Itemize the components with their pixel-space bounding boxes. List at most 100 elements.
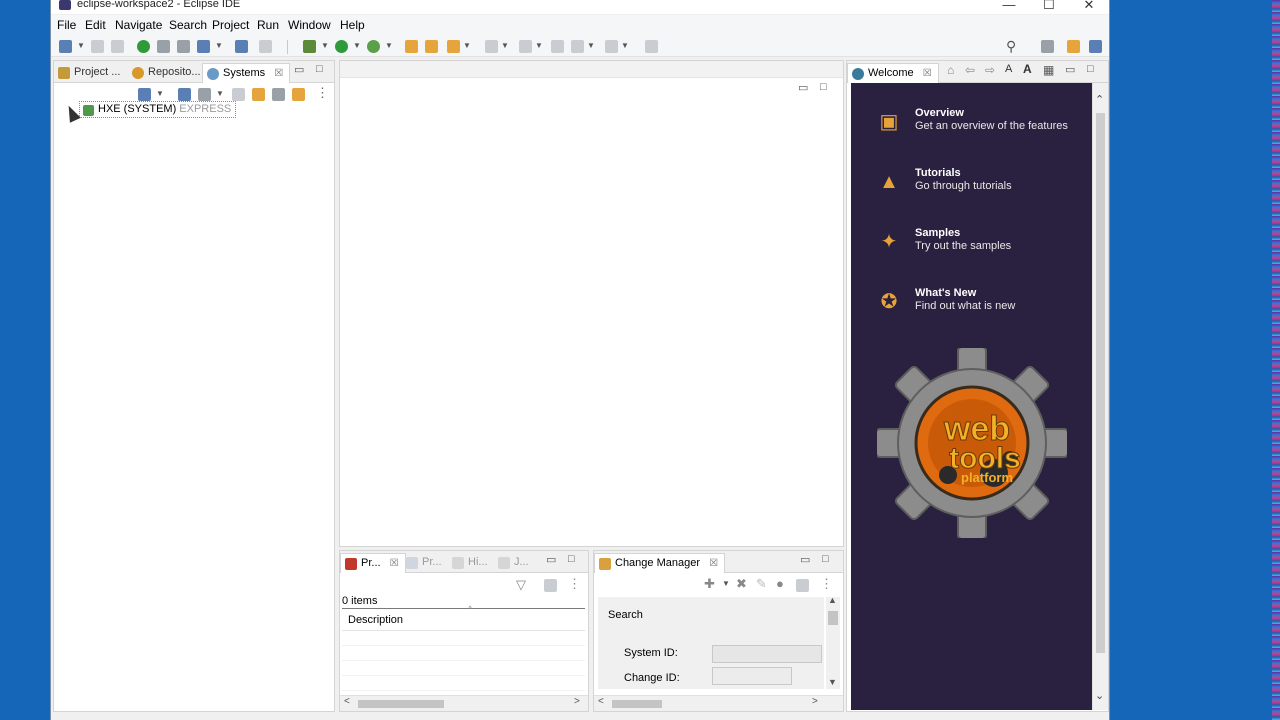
tab-change-manager[interactable]: Change Manager ☒ — [594, 553, 726, 573]
run-icon[interactable] — [335, 40, 348, 53]
external-tools-icon[interactable] — [367, 40, 380, 53]
open-console-icon[interactable] — [235, 40, 248, 53]
welcome-link-tutorials[interactable]: ▲ Tutorials Go through tutorials — [851, 167, 1091, 207]
view-menu-icon[interactable]: ⋮ — [316, 85, 329, 101]
filter-icon[interactable] — [252, 88, 265, 101]
tab-systems[interactable]: Systems ☒ — [202, 63, 291, 83]
delete-icon[interactable]: ✖ — [736, 576, 747, 592]
scroll-right-icon[interactable]: > — [574, 696, 580, 707]
menu-file[interactable]: File — [57, 18, 76, 32]
chevron-down-icon[interactable]: ▼ — [215, 41, 223, 50]
chevron-down-icon[interactable]: ▼ — [353, 41, 361, 50]
tab-history[interactable]: Hi... — [448, 553, 494, 573]
chevron-down-icon[interactable]: ▼ — [321, 41, 329, 50]
menu-navigate[interactable]: Navigate — [115, 18, 162, 32]
perspective-debug-icon[interactable] — [1067, 40, 1080, 53]
chevron-down-icon[interactable]: ▼ — [621, 41, 629, 50]
increase-font-icon[interactable]: A — [1023, 62, 1032, 76]
tab-project-explorer[interactable]: Project ... — [54, 63, 126, 83]
back-icon[interactable]: ⇦ — [965, 63, 975, 77]
close-icon[interactable]: ☒ — [274, 68, 283, 79]
system-id-field[interactable] — [712, 645, 822, 663]
close-icon[interactable]: ☒ — [709, 558, 718, 569]
menu-edit[interactable]: Edit — [85, 18, 106, 32]
link-icon[interactable] — [292, 88, 305, 101]
horizontal-scrollbar[interactable]: < > — [594, 695, 843, 711]
print-icon[interactable] — [259, 40, 272, 53]
debug-icon[interactable] — [303, 40, 316, 53]
welcome-link-whats-new[interactable]: ✪ What's New Find out what is new — [851, 287, 1091, 327]
forward-icon[interactable] — [605, 40, 618, 53]
save-icon[interactable] — [91, 40, 104, 53]
change-id-field[interactable] — [712, 667, 792, 685]
collapse-icon[interactable] — [232, 88, 245, 101]
add-system-icon[interactable] — [138, 88, 151, 101]
open-sql-console-icon[interactable] — [178, 88, 191, 101]
scroll-down-icon[interactable]: ⌄ — [1095, 689, 1104, 702]
customize-page-icon[interactable]: ▦ — [1043, 63, 1054, 77]
menu-search[interactable]: Search — [169, 18, 207, 32]
back-icon[interactable] — [571, 40, 584, 53]
minimize-view-icon[interactable]: ▭ — [294, 63, 304, 76]
scroll-left-icon[interactable]: < — [598, 696, 604, 707]
tab-welcome[interactable]: Welcome ☒ — [847, 63, 939, 83]
maximize-button[interactable]: ☐ — [1029, 0, 1069, 13]
scroll-left-icon[interactable]: < — [344, 696, 350, 707]
chevron-down-icon[interactable]: ▼ — [216, 89, 224, 98]
scroll-up-icon[interactable]: ▲ — [828, 595, 837, 605]
scroll-thumb[interactable] — [1096, 113, 1105, 653]
minimize-button[interactable]: — — [989, 0, 1029, 12]
connect-icon[interactable] — [137, 40, 150, 53]
maximize-view-icon[interactable]: □ — [316, 63, 323, 75]
scroll-thumb[interactable] — [828, 611, 838, 625]
activate-icon[interactable]: ● — [776, 576, 784, 591]
close-icon[interactable]: ☒ — [923, 68, 932, 79]
minimize-view-icon[interactable]: ▭ — [800, 553, 810, 566]
minimize-view-icon[interactable]: ▭ — [798, 81, 808, 94]
tab-problems[interactable]: Pr... ☒ — [340, 553, 406, 573]
perspective-active-icon[interactable] — [1089, 40, 1102, 53]
menu-project[interactable]: Project — [212, 18, 249, 32]
export-icon[interactable] — [796, 579, 809, 592]
scroll-up-icon[interactable]: ⌃ — [1095, 93, 1104, 106]
close-window-button[interactable]: ✕ — [1069, 0, 1109, 13]
vertical-scrollbar[interactable]: ▲ ▼ — [826, 595, 840, 689]
search-tool-icon[interactable] — [447, 40, 460, 53]
open-folder-icon[interactable] — [425, 40, 438, 53]
home-icon[interactable]: ⌂ — [947, 63, 954, 77]
add-icon[interactable]: ✚ — [704, 576, 715, 592]
prev-annotation-icon[interactable] — [519, 40, 532, 53]
maximize-view-icon[interactable]: □ — [820, 81, 827, 93]
next-annotation-icon[interactable] — [485, 40, 498, 53]
refresh-icon[interactable] — [177, 40, 190, 53]
maximize-view-icon[interactable]: □ — [568, 553, 575, 565]
new-package-icon[interactable] — [405, 40, 418, 53]
view-menu-icon[interactable]: ⋮ — [820, 576, 833, 592]
maximize-view-icon[interactable]: □ — [1087, 63, 1094, 75]
chevron-down-icon[interactable]: ▼ — [156, 89, 164, 98]
tab-repositories[interactable]: Reposito... — [128, 63, 207, 83]
view-menu-icon[interactable]: ⋮ — [568, 576, 581, 592]
save-all-icon[interactable] — [111, 40, 124, 53]
welcome-link-samples[interactable]: ✦ Samples Try out the samples — [851, 227, 1091, 267]
chevron-down-icon[interactable]: ▼ — [77, 41, 85, 50]
menu-run[interactable]: Run — [257, 18, 279, 32]
filter-icon[interactable]: ▽ — [516, 577, 526, 593]
scroll-right-icon[interactable]: > — [812, 696, 818, 707]
new-icon[interactable] — [59, 40, 72, 53]
configure-icon[interactable] — [544, 579, 557, 592]
chevron-down-icon[interactable]: ▼ — [587, 41, 595, 50]
scroll-down-icon[interactable]: ▼ — [828, 677, 837, 687]
welcome-vertical-scrollbar[interactable]: ⌃ ⌄ — [1092, 83, 1108, 710]
edit-icon[interactable]: ✎ — [756, 576, 767, 592]
menu-help[interactable]: Help — [340, 18, 365, 32]
close-icon[interactable]: ☒ — [390, 558, 399, 569]
forward-icon[interactable]: ⇨ — [985, 63, 995, 77]
welcome-link-overview[interactable]: ▣ Overview Get an overview of the featur… — [851, 107, 1091, 147]
minimize-view-icon[interactable]: ▭ — [1065, 63, 1075, 76]
maximize-view-icon[interactable]: □ — [822, 553, 829, 565]
chevron-down-icon[interactable]: ▼ — [535, 41, 543, 50]
minimize-view-icon[interactable]: ▭ — [546, 553, 556, 566]
column-header-description[interactable]: Description ^ — [342, 604, 585, 631]
last-edit-icon[interactable] — [551, 40, 564, 53]
